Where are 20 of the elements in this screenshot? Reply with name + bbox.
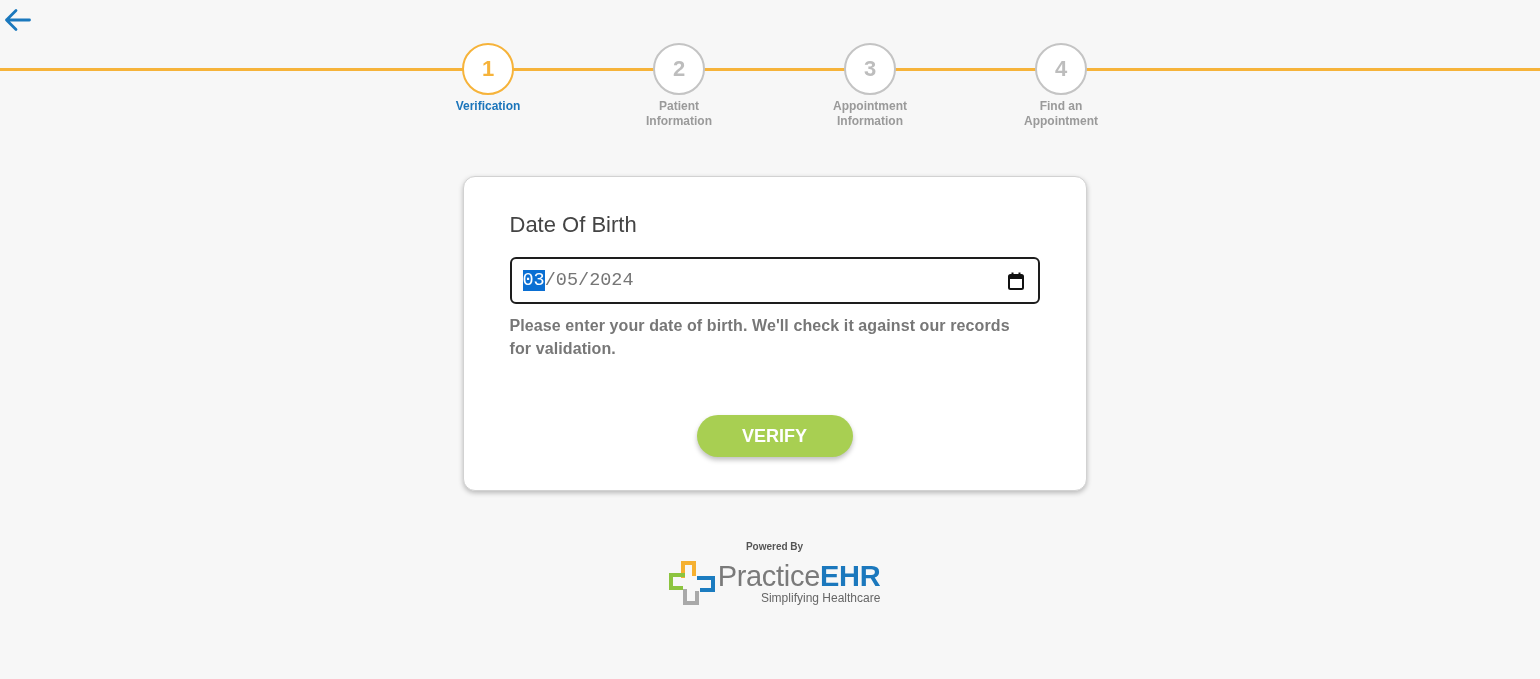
date-segment[interactable]: 2024 [589,270,634,291]
step-label: Find an Appointment [1023,99,1099,129]
step-label: Appointment Information [832,99,908,129]
step-circle: 2 [653,43,705,95]
helper-text: Please enter your date of birth. We'll check it against our records for validation. [509,316,1011,359]
step-circle: 3 [844,43,896,95]
date-input-field[interactable]: 03/05/2024 [509,257,1040,304]
brand-name: PracticeEHR [717,561,881,591]
calendar-icon[interactable] [1007,271,1024,290]
step-circle: 4 [1035,43,1087,95]
back-arrow-icon[interactable] [4,8,31,32]
step-circle: 1 [462,43,514,95]
step-label: Verification [455,99,521,114]
step-label: Patient Information [645,99,713,129]
field-title: Date Of Birth [509,212,638,238]
cross-logo-icon [668,561,715,605]
date-segment[interactable]: 03 [522,270,545,291]
powered-by-text: Powered By [745,541,804,553]
date-segment[interactable]: 05 [555,270,579,291]
tagline: Simplifying Healthcare [760,591,881,605]
